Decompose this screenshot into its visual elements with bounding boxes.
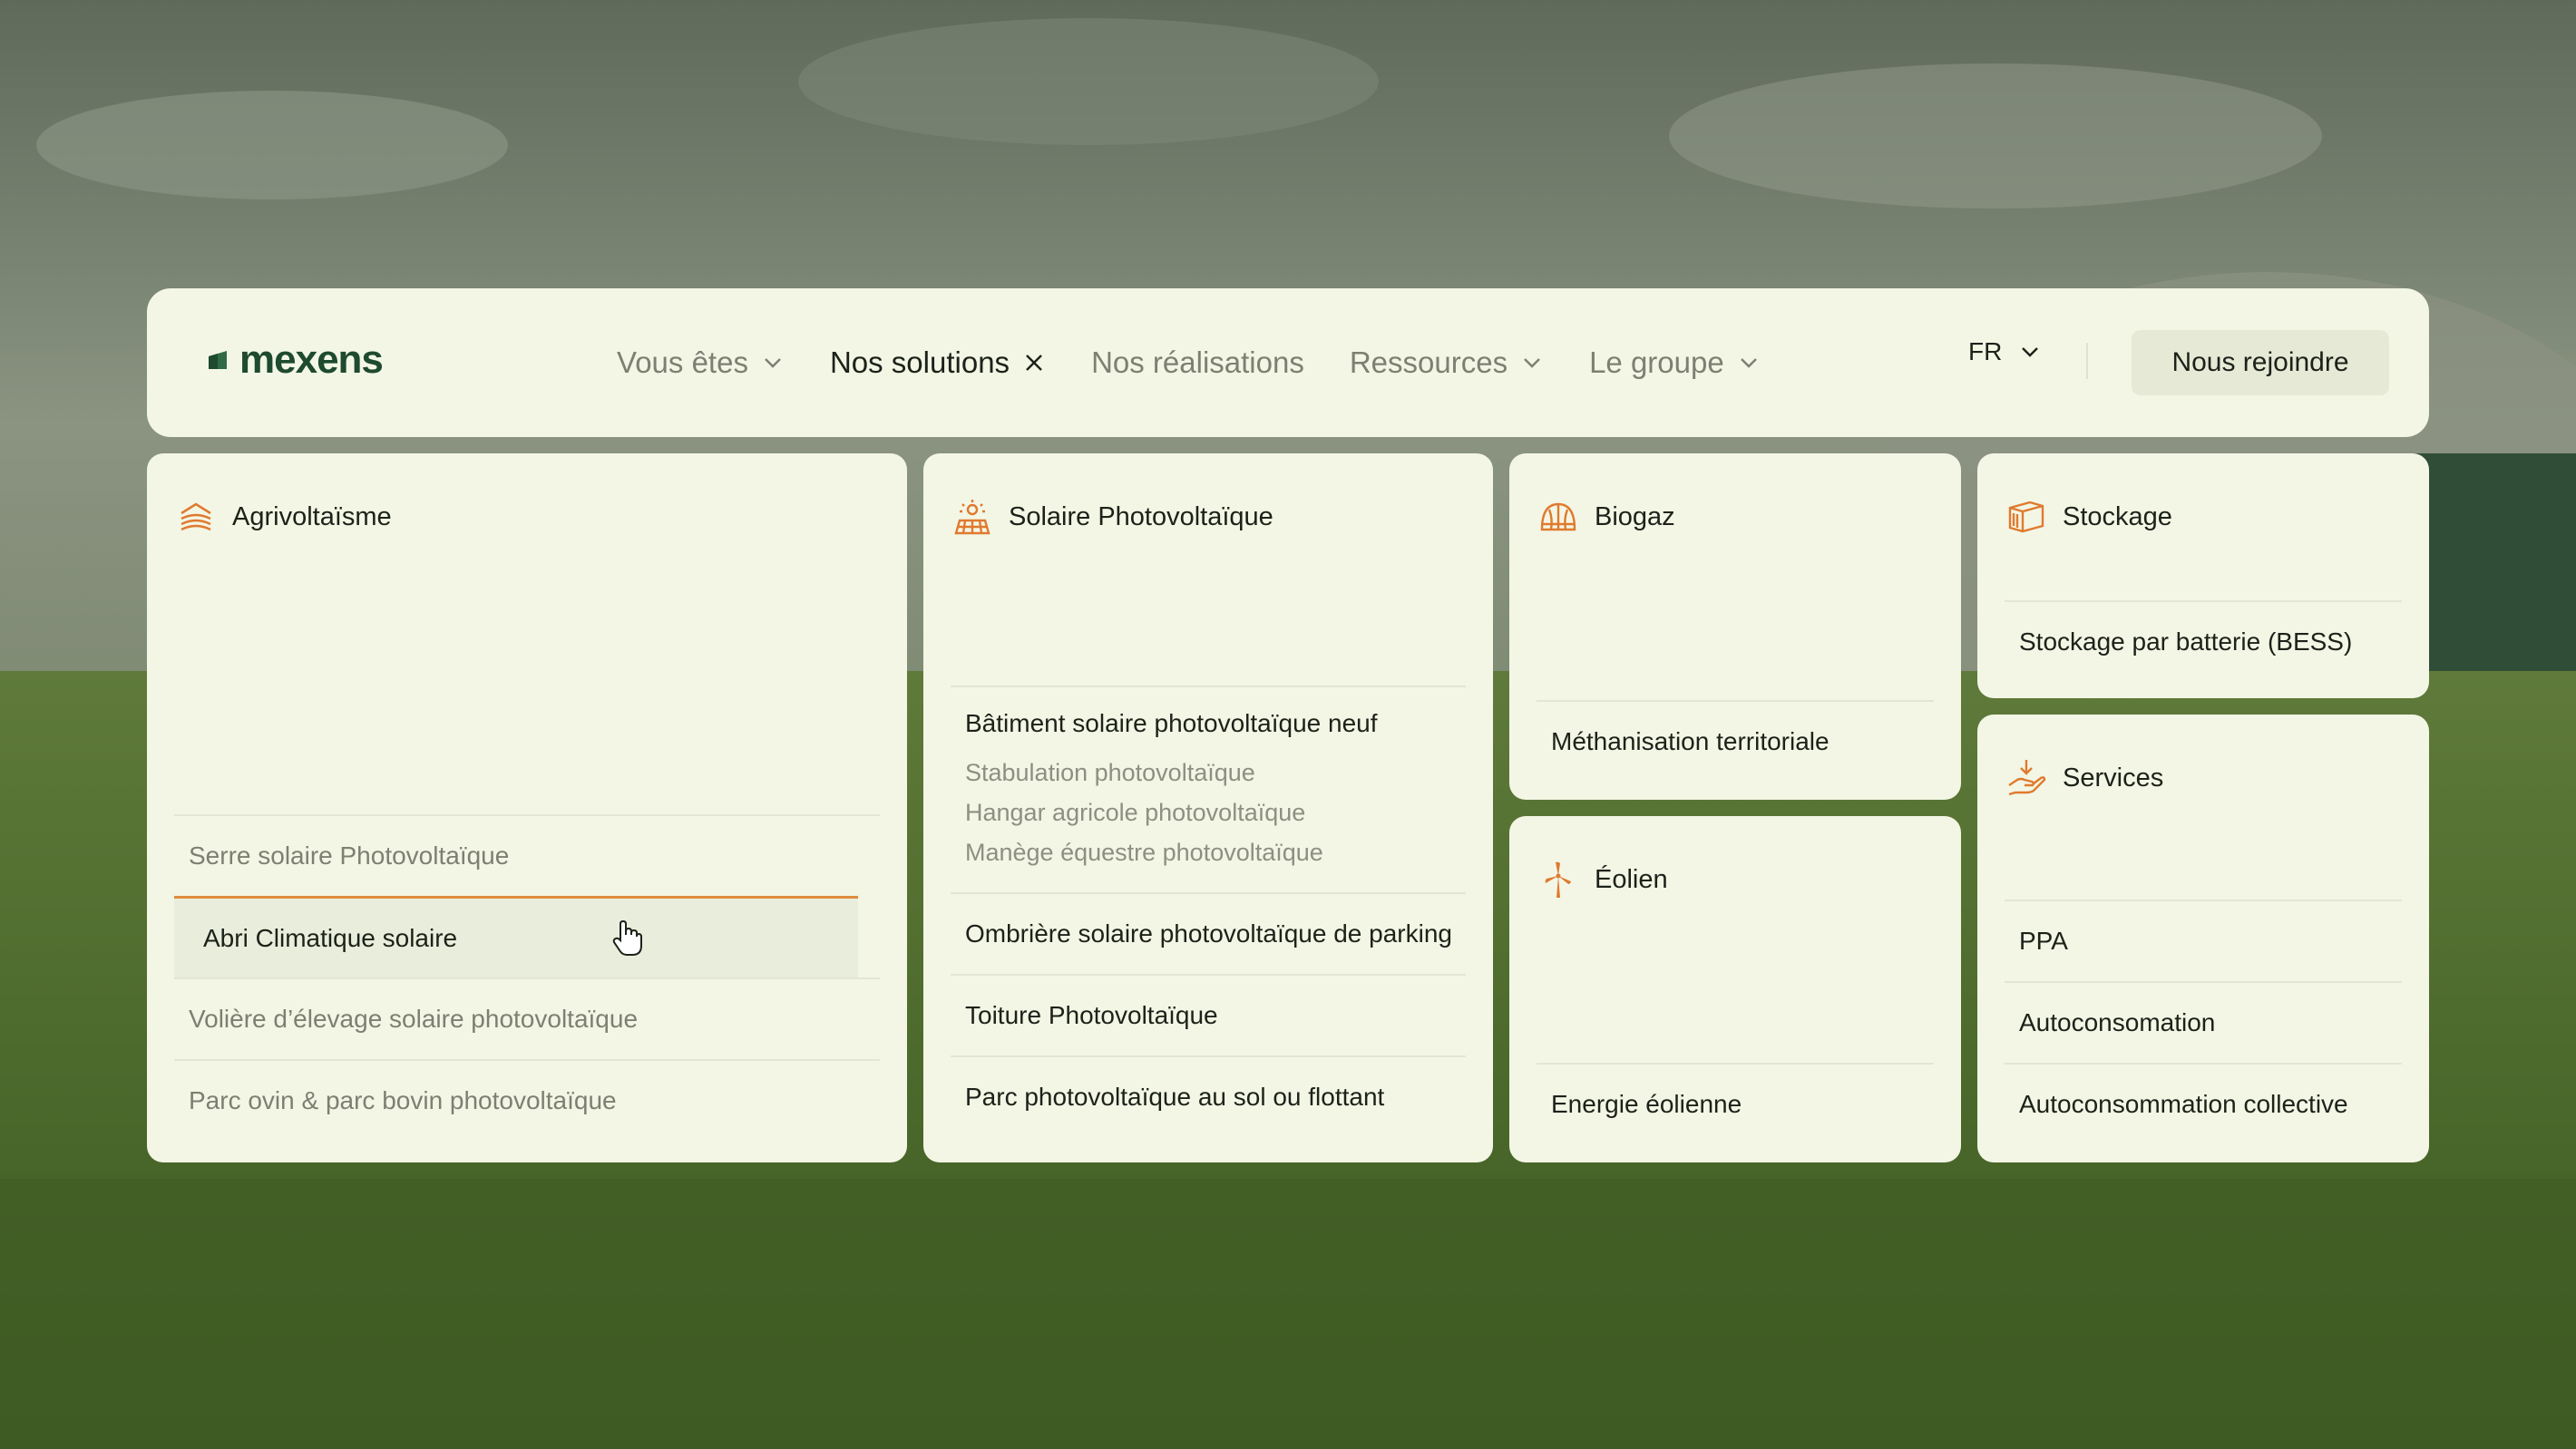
list-item[interactable]: Volière d’élevage solaire photovoltaïque — [174, 977, 880, 1059]
battery-storage-icon — [2008, 501, 2044, 533]
card-header[interactable]: Stockage — [2006, 497, 2172, 537]
services-list: PPA Autoconsomation Autoconsommation col… — [2005, 900, 2402, 1144]
solar-panel-icon — [954, 500, 990, 535]
nav-nos-realisations[interactable]: Nos réalisations — [1091, 345, 1304, 380]
card-solaire-photovoltaique: Solaire Photovoltaïque Bâtiment solaire … — [923, 453, 1493, 1162]
wind-turbine-icon — [1545, 861, 1571, 898]
card-services: Services PPA Autoconsomation Autoconsomm… — [1977, 715, 2429, 1162]
card-title: Stockage — [2063, 501, 2172, 531]
card-title: Biogaz — [1595, 501, 1675, 531]
agrivoltaic-icon — [181, 502, 211, 531]
list-group: Bâtiment solaire photovoltaïque neuf Sta… — [951, 686, 1466, 892]
nav-ressources[interactable]: Ressources — [1350, 345, 1544, 380]
hand-cursor-icon — [612, 919, 642, 956]
nav-le-groupe[interactable]: Le groupe — [1589, 345, 1761, 380]
main-nav: Vous êtes Nos solutions Nos réalisations… — [617, 288, 1806, 437]
divider — [2086, 343, 2088, 379]
logo[interactable]: mexens — [205, 337, 384, 383]
card-header[interactable]: Services — [2006, 758, 2163, 798]
list-item[interactable]: Energie éolienne — [1537, 1063, 1934, 1144]
card-title: Éolien — [1595, 864, 1668, 894]
card-agrivoltaisme: Agrivoltaïsme Serre solaire Photovoltaïq… — [147, 453, 907, 1162]
card-header[interactable]: Biogaz — [1538, 497, 1675, 537]
chevron-down-icon — [2022, 347, 2039, 357]
nav-label: Ressources — [1349, 345, 1508, 379]
list-item[interactable]: Parc photovoltaïque au sol ou flottant — [951, 1055, 1466, 1137]
card-title: Services — [2063, 763, 2164, 793]
hand-service-icon — [2008, 760, 2046, 796]
biogas-dome-icon — [1540, 502, 1576, 531]
list-item[interactable]: Toiture Photovoltaïque — [951, 974, 1466, 1055]
list-item-label: Abri Climatique solaire — [203, 923, 458, 952]
card-title: Agrivoltaïsme — [232, 501, 392, 531]
chevron-down-icon — [1740, 358, 1757, 368]
biogaz-list: Méthanisation territoriale — [1537, 700, 1934, 782]
eolien-list: Energie éolienne — [1537, 1063, 1934, 1144]
sub-item[interactable]: Stabulation photovoltaïque — [965, 753, 1466, 793]
card-header[interactable]: Solaire Photovoltaïque — [952, 497, 1273, 537]
nav-label: Le groupe — [1589, 345, 1724, 379]
chevron-down-icon — [765, 358, 781, 368]
stockage-list: Stockage par batterie (BESS) — [2005, 600, 2402, 682]
list-item[interactable]: PPA — [2005, 900, 2402, 981]
card-header[interactable]: Agrivoltaïsme — [176, 497, 392, 537]
card-title: Solaire Photovoltaïque — [1009, 501, 1273, 531]
nav-vous-etes[interactable]: Vous êtes — [617, 345, 785, 380]
language-selector[interactable]: FR — [1968, 337, 2042, 366]
list-item[interactable]: Parc ovin & parc bovin photovoltaïque — [174, 1059, 880, 1141]
nav-label: Nos réalisations — [1091, 345, 1304, 379]
card-header[interactable]: Éolien — [1538, 860, 1668, 900]
language-label: FR — [1968, 337, 2003, 365]
list-item-hovered[interactable]: Abri Climatique solaire — [174, 896, 858, 977]
list-item[interactable]: Bâtiment solaire photovoltaïque neuf — [965, 709, 1466, 738]
brand-name: mexens — [239, 337, 384, 382]
card-biogaz: Biogaz Méthanisation territoriale — [1509, 453, 1961, 800]
nav-nos-solutions[interactable]: Nos solutions — [830, 345, 1046, 380]
nav-label: Vous êtes — [617, 345, 748, 379]
list-item[interactable]: Autoconsomation — [2005, 981, 2402, 1063]
list-item[interactable]: Stockage par batterie (BESS) — [2005, 600, 2402, 682]
list-item[interactable]: Ombrière solaire photovoltaïque de parki… — [951, 892, 1466, 974]
list-item[interactable]: Serre solaire Photovoltaïque — [174, 814, 880, 896]
top-navbar: mexens Vous êtes Nos solutions Nos réali… — [147, 288, 2429, 437]
sub-item[interactable]: Manège équestre photovoltaïque — [965, 832, 1466, 872]
list-item[interactable]: Méthanisation territoriale — [1537, 700, 1934, 782]
agrivoltaisme-list: Serre solaire Photovoltaïque Abri Climat… — [174, 814, 880, 1141]
card-eolien: Éolien Energie éolienne — [1509, 816, 1961, 1162]
close-icon[interactable] — [1022, 351, 1046, 374]
join-us-button[interactable]: Nous rejoindre — [2132, 330, 2389, 395]
logo-mark-icon — [209, 351, 227, 369]
sub-item[interactable]: Hangar agricole photovoltaïque — [965, 793, 1466, 832]
solaire-list: Bâtiment solaire photovoltaïque neuf Sta… — [951, 686, 1466, 1137]
chevron-down-icon — [1524, 358, 1540, 368]
list-item[interactable]: Autoconsommation collective — [2005, 1063, 2402, 1144]
nav-label: Nos solutions — [829, 345, 1010, 379]
card-stockage: Stockage Stockage par batterie (BESS) — [1977, 453, 2429, 698]
